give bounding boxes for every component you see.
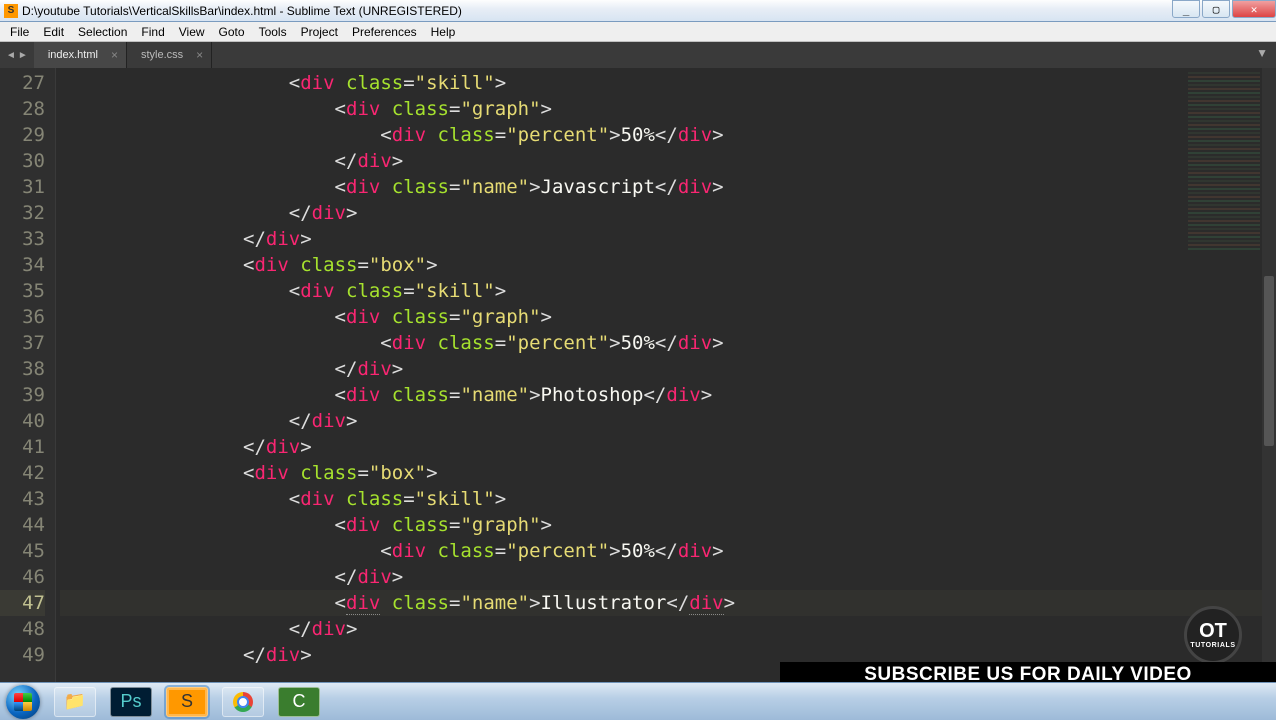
tab-close-icon[interactable]: ×: [196, 48, 203, 62]
menubar: File Edit Selection Find View Goto Tools…: [0, 22, 1276, 42]
tab-nav-arrows[interactable]: ◄►: [0, 42, 34, 68]
taskbar-sublime-icon[interactable]: S: [166, 687, 208, 717]
minimap[interactable]: [1188, 72, 1260, 252]
menu-preferences[interactable]: Preferences: [346, 24, 423, 40]
window-close-button[interactable]: ✕: [1232, 0, 1276, 18]
menu-view[interactable]: View: [173, 24, 211, 40]
logo-sub: TUTORIALS: [1190, 642, 1235, 649]
taskbar-photoshop-icon[interactable]: Ps: [110, 687, 152, 717]
window-maximize-button[interactable]: ▢: [1202, 0, 1230, 18]
code-area[interactable]: <div class="skill"> <div class="graph"> …: [56, 68, 1276, 686]
logo-text: OT: [1199, 622, 1227, 640]
vertical-scrollbar[interactable]: [1262, 68, 1276, 686]
window-titlebar: S D:\youtube Tutorials\VerticalSkillsBar…: [0, 0, 1276, 22]
window-title: D:\youtube Tutorials\VerticalSkillsBar\i…: [22, 4, 462, 18]
menu-find[interactable]: Find: [135, 24, 170, 40]
menu-selection[interactable]: Selection: [72, 24, 133, 40]
menu-goto[interactable]: Goto: [213, 24, 251, 40]
channel-logo: OT TUTORIALS: [1184, 606, 1242, 664]
scrollbar-thumb[interactable]: [1264, 276, 1274, 446]
tab-index-html[interactable]: index.html ×: [34, 42, 127, 68]
menu-tools[interactable]: Tools: [253, 24, 293, 40]
tab-style-css[interactable]: style.css ×: [127, 42, 212, 68]
taskbar-explorer-icon[interactable]: 📁: [54, 687, 96, 717]
start-button[interactable]: [6, 685, 40, 719]
tab-label: style.css: [141, 49, 183, 61]
editor[interactable]: 2728293031323334353637383940414243444546…: [0, 68, 1276, 686]
line-number-gutter: 2728293031323334353637383940414243444546…: [0, 68, 56, 686]
tab-close-icon[interactable]: ×: [111, 48, 118, 62]
menu-file[interactable]: File: [4, 24, 35, 40]
window-minimize-button[interactable]: _: [1172, 0, 1200, 18]
tabstrip: ◄► index.html × style.css × ▼: [0, 42, 1276, 68]
taskbar: 📁 Ps S C: [0, 682, 1276, 720]
menu-project[interactable]: Project: [295, 24, 344, 40]
tab-label: index.html: [48, 49, 98, 61]
menu-help[interactable]: Help: [425, 24, 462, 40]
app-icon: S: [4, 4, 18, 18]
taskbar-camtasia-icon[interactable]: C: [278, 687, 320, 717]
tab-overflow-chevron-icon[interactable]: ▼: [1256, 46, 1268, 60]
menu-edit[interactable]: Edit: [37, 24, 70, 40]
taskbar-chrome-icon[interactable]: [222, 687, 264, 717]
